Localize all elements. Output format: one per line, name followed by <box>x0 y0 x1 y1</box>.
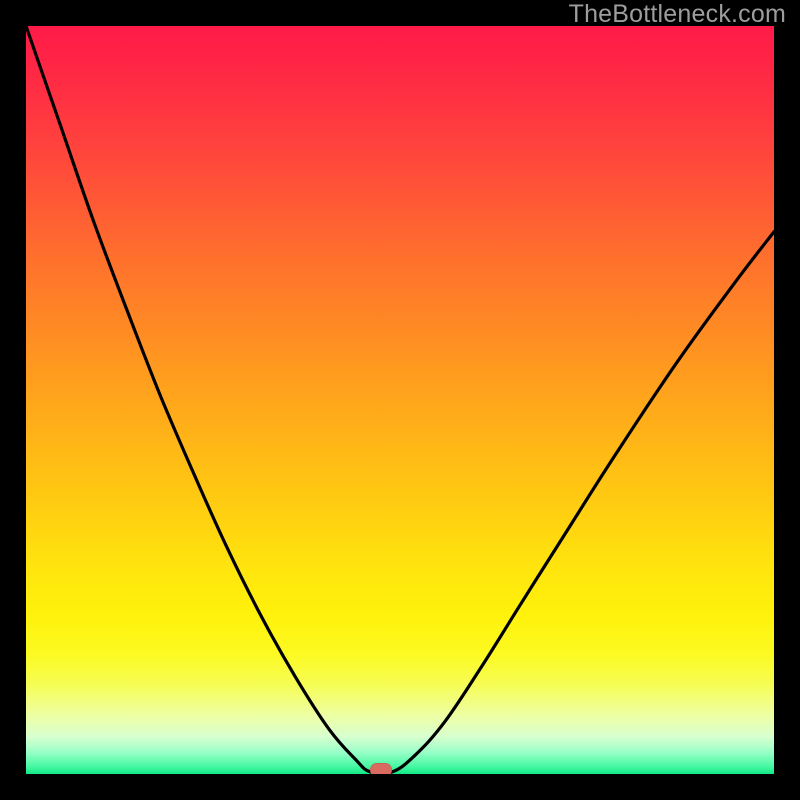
plot-area <box>26 26 774 774</box>
curve-path <box>26 26 774 774</box>
optimum-marker <box>370 763 392 774</box>
watermark-text: TheBottleneck.com <box>569 0 786 29</box>
chart-frame: TheBottleneck.com <box>0 0 800 800</box>
bottleneck-curve <box>26 26 774 774</box>
